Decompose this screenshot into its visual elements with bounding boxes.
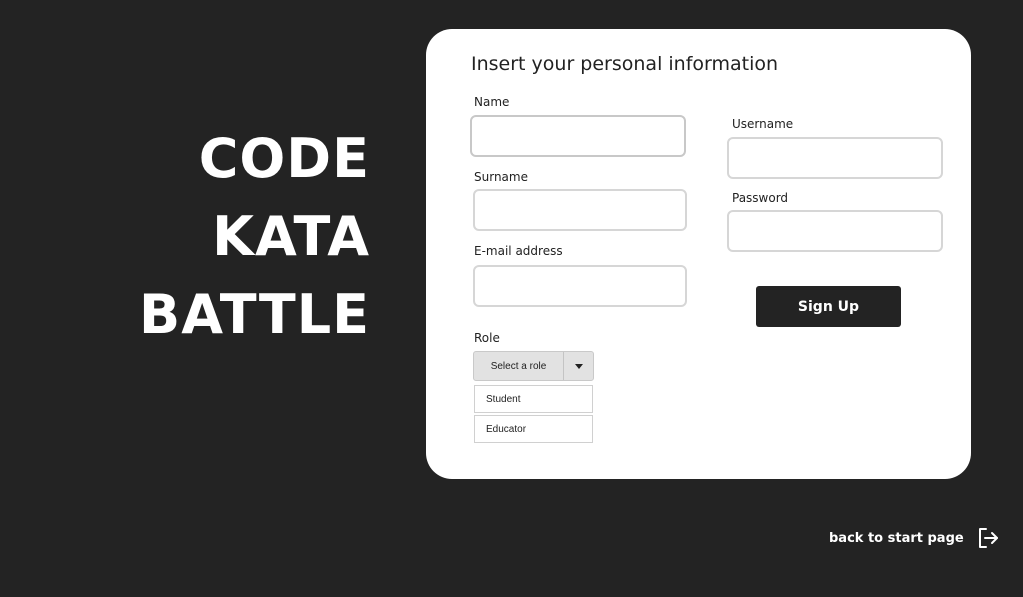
password-label: Password: [732, 191, 789, 205]
surname-label: Surname: [474, 170, 528, 184]
username-label: Username: [732, 117, 794, 131]
email-input[interactable]: [473, 265, 687, 307]
signup-card: Insert your personal information Name Su…: [426, 29, 971, 479]
name-input[interactable]: [470, 115, 686, 157]
brand-title: CODE KATA BATTLE: [139, 120, 370, 354]
logout-arrow-icon: [978, 528, 998, 548]
role-select[interactable]: Select a role: [473, 351, 594, 381]
sign-up-label: Sign Up: [797, 298, 860, 315]
password-input[interactable]: [727, 210, 943, 252]
email-label: E-mail address: [474, 244, 563, 258]
brand-line-battle: BATTLE: [139, 283, 370, 346]
role-dropdown-toggle[interactable]: [564, 352, 593, 380]
role-select-value: Select a role: [474, 352, 564, 380]
chevron-down-icon: [574, 363, 583, 369]
name-label: Name: [474, 95, 510, 109]
back-to-start-link[interactable]: back to start page: [829, 526, 1000, 550]
role-option-educator[interactable]: Educator: [474, 415, 593, 443]
brand-line-kata: KATA: [212, 205, 370, 268]
username-input[interactable]: [727, 137, 943, 179]
brand-line-code: CODE: [198, 127, 370, 190]
form-title: Insert your personal information: [471, 53, 779, 75]
sign-up-button[interactable]: Sign Up: [756, 286, 901, 327]
role-option-student[interactable]: Student: [474, 385, 593, 413]
surname-input[interactable]: [473, 189, 687, 231]
back-to-start-label: back to start page: [829, 530, 964, 546]
role-label: Role: [474, 331, 500, 345]
